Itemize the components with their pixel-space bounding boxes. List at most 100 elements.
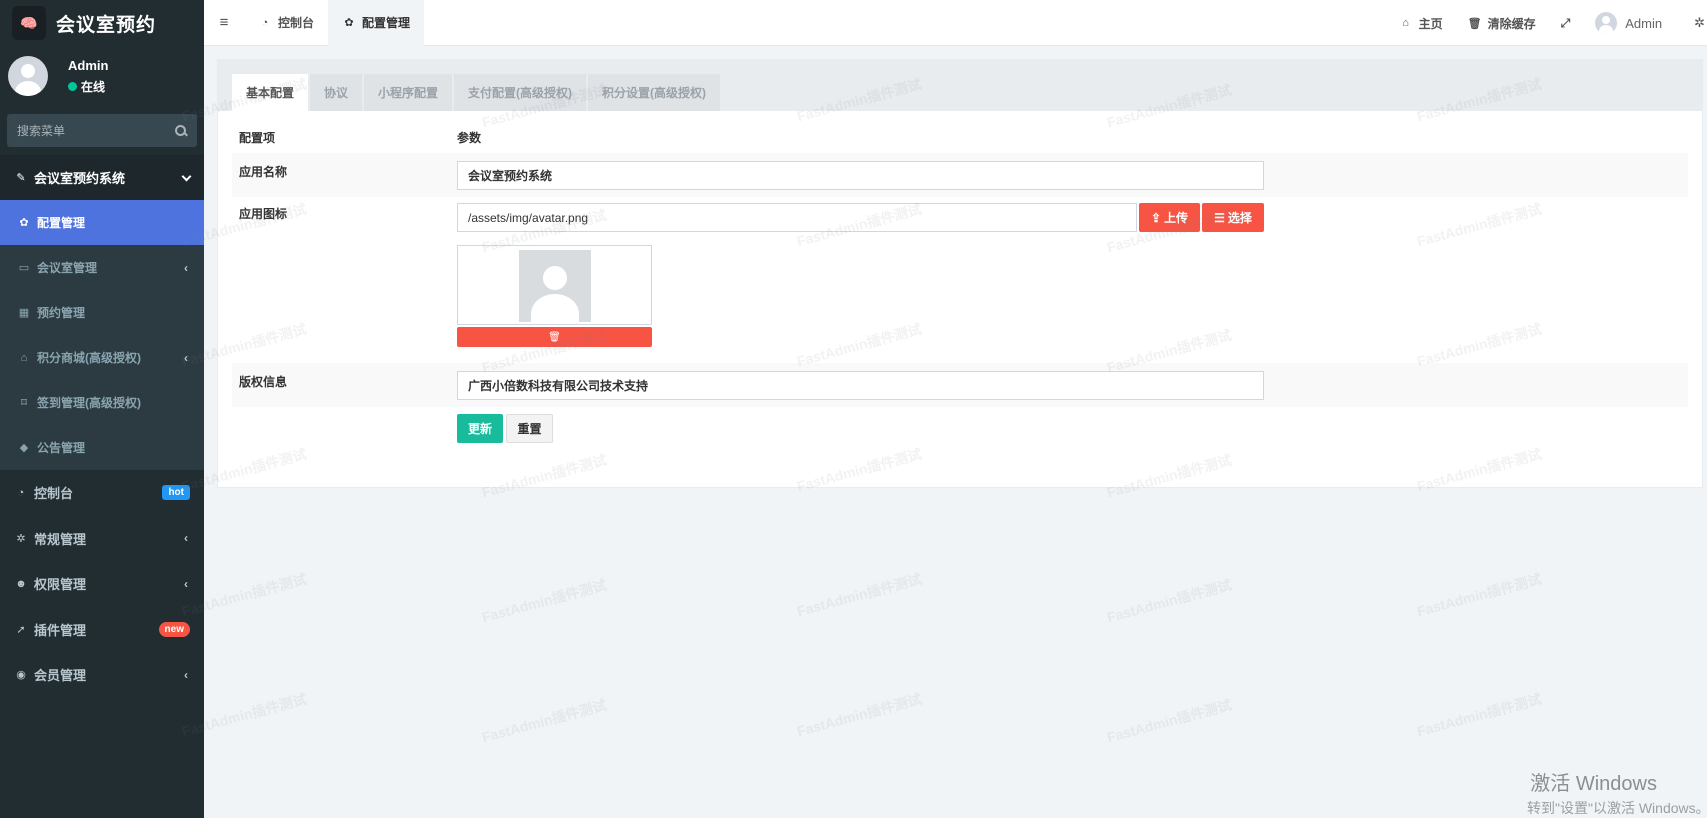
new-badge: new bbox=[158, 621, 190, 637]
trash-icon: 🗑 bbox=[548, 331, 561, 343]
sidebar-item-label: 会议室预约系统 bbox=[34, 171, 126, 186]
sidebar-item-label: 控制台 bbox=[34, 486, 74, 502]
sidebar-item-permissions[interactable]: ☻ 权限管理 ‹ bbox=[0, 561, 204, 607]
watermark-text: FastAdmin插件测试 bbox=[1415, 570, 1544, 620]
sidebar-item-label: 配置管理 bbox=[37, 216, 86, 230]
fullscreen-icon[interactable]: ⤢ bbox=[1561, 16, 1571, 31]
reset-button[interactable]: 重置 bbox=[506, 414, 553, 443]
sidebar-item-rooms[interactable]: ▭ 会议室管理 ‹ bbox=[0, 245, 204, 290]
sidebar-item-label: 会员管理 bbox=[34, 668, 87, 684]
home-link[interactable]: ⌂ 主页 bbox=[1399, 15, 1443, 32]
home-icon: ⌂ bbox=[1402, 17, 1409, 29]
tab-config[interactable]: ✿ 配置管理 bbox=[328, 0, 425, 46]
sidebar-item-bookings[interactable]: ▦ 预约管理 bbox=[0, 290, 204, 335]
submenu: ✿ 配置管理 ▭ 会议室管理 ‹ ▦ 预约管理 ⌂ 积分商城(高级授权) ‹ ⌑… bbox=[0, 200, 204, 470]
avatar-placeholder-image bbox=[519, 250, 591, 322]
watermark-text: FastAdmin插件测试 bbox=[1415, 690, 1544, 740]
chevron-down-icon bbox=[181, 171, 192, 182]
sidebar-item-notices[interactable]: ◆ 公告管理 bbox=[0, 425, 204, 470]
trash-icon: 🗑 bbox=[1467, 17, 1482, 30]
sidebar-item-plugins[interactable]: ➚ 插件管理 new bbox=[0, 607, 204, 653]
column-header-param: 参数 bbox=[457, 131, 482, 145]
table-header: 配置项 参数 bbox=[218, 119, 1702, 153]
tab-agreement[interactable]: 协议 bbox=[310, 74, 363, 111]
avatar bbox=[8, 56, 48, 96]
home-label: 主页 bbox=[1418, 16, 1443, 31]
group-icon: ☻ bbox=[15, 577, 27, 590]
choose-button[interactable]: ☰ 选择 bbox=[1202, 203, 1264, 232]
chevron-left-icon: ‹ bbox=[184, 350, 188, 365]
chevron-left-icon: ‹ bbox=[184, 531, 188, 546]
chevron-left-icon: ‹ bbox=[184, 667, 188, 682]
user-status-text: 在线 bbox=[81, 79, 106, 94]
sidebar-item-config[interactable]: ✿ 配置管理 bbox=[0, 200, 204, 245]
upload-icon: ⇪ bbox=[1150, 210, 1162, 225]
sidebar-item-points-mall[interactable]: ⌂ 积分商城(高级授权) ‹ bbox=[0, 335, 204, 380]
tab-dashboard[interactable]: ◔ 控制台 bbox=[244, 0, 328, 46]
sidebar-item-general[interactable]: ✲ 常规管理 ‹ bbox=[0, 516, 204, 562]
upload-button[interactable]: ⇪ 上传 bbox=[1139, 203, 1200, 232]
brain-logo-icon: 🧠 bbox=[12, 6, 46, 40]
sidebar-item-label: 签到管理(高级授权) bbox=[37, 396, 141, 410]
chevron-left-icon: ‹ bbox=[184, 260, 188, 275]
copyright-field[interactable] bbox=[457, 371, 1264, 400]
sidebar: 🧠 会议室预约 Admin 在线 ✎ 会议室预约系统 ✿ 配置管理 ▭ bbox=[0, 0, 204, 818]
avatar[interactable] bbox=[1595, 12, 1618, 34]
menu-search bbox=[7, 114, 197, 147]
top-user-name[interactable]: Admin bbox=[1625, 16, 1662, 31]
hamburger-menu-icon[interactable]: ≡ bbox=[204, 0, 244, 46]
bookmark-icon: ⌑ bbox=[21, 397, 27, 409]
config-form: 配置项 参数 应用名称 应用图标 ⇪ 上传 ☰ 选择 🗑 bbox=[218, 111, 1702, 457]
submit-button[interactable]: 更新 bbox=[457, 414, 503, 443]
rocket-icon: ➚ bbox=[16, 623, 26, 636]
watermark-text: FastAdmin插件测试 bbox=[1105, 696, 1234, 746]
clear-cache-label: 清除缓存 bbox=[1487, 16, 1536, 31]
delete-image-button[interactable]: 🗑 bbox=[457, 327, 652, 347]
sidebar-item-label: 积分商城(高级授权) bbox=[37, 351, 141, 365]
brand-title: 会议室预约 bbox=[56, 14, 157, 36]
clear-cache-button[interactable]: 🗑 清除缓存 bbox=[1468, 15, 1536, 32]
copyright-label: 版权信息 bbox=[239, 375, 288, 389]
watermark-text: FastAdmin插件测试 bbox=[1105, 576, 1234, 626]
sidebar-item-label: 常规管理 bbox=[34, 531, 87, 547]
top-navbar: ≡ ◔ 控制台 ✿ 配置管理 ⌂ 主页 🗑 清除缓存 ⤢ Admin ✲ bbox=[204, 0, 1707, 46]
brand[interactable]: 🧠 会议室预约 bbox=[0, 0, 204, 46]
upload-label: 上传 bbox=[1164, 211, 1189, 225]
activate-windows-notice: 激活 Windows bbox=[1530, 773, 1657, 795]
choose-label: 选择 bbox=[1227, 211, 1252, 225]
gear-icon: ✿ bbox=[19, 217, 29, 229]
user-circle-icon: ◉ bbox=[16, 669, 26, 682]
form-actions: 更新 重置 bbox=[218, 407, 1702, 457]
tag-icon: ◆ bbox=[19, 442, 29, 454]
settings-gears-icon[interactable]: ✲ bbox=[1694, 15, 1705, 31]
tab-label: 控制台 bbox=[278, 16, 315, 30]
search-icon[interactable] bbox=[175, 124, 187, 137]
monitor-icon: ▭ bbox=[18, 262, 30, 274]
dashboard-icon: ◔ bbox=[17, 486, 25, 499]
magic-wand-icon: ✎ bbox=[16, 172, 26, 184]
app-icon-path-field[interactable] bbox=[457, 203, 1137, 232]
watermark-text: FastAdmin插件测试 bbox=[480, 696, 609, 746]
watermark-text: FastAdmin插件测试 bbox=[480, 576, 609, 626]
sidebar-item-dashboard[interactable]: ◔ 控制台 hot bbox=[0, 470, 204, 516]
sidebar-item-label: 公告管理 bbox=[37, 441, 86, 455]
user-panel: Admin 在线 bbox=[0, 46, 204, 106]
sidebar-item-checkin[interactable]: ⌑ 签到管理(高级授权) bbox=[0, 380, 204, 425]
config-panel: 基本配置 协议 小程序配置 支付配置(高级授权) 积分设置(高级授权) 配置项 … bbox=[217, 59, 1703, 488]
config-tabs: 基本配置 协议 小程序配置 支付配置(高级授权) 积分设置(高级授权) bbox=[218, 60, 1702, 111]
activate-windows-subtext: 转到"设置"以激活 Windows。 bbox=[1527, 800, 1707, 816]
tab-points[interactable]: 积分设置(高级授权) bbox=[588, 74, 721, 111]
column-header-item: 配置项 bbox=[239, 131, 276, 145]
user-status: 在线 bbox=[68, 78, 108, 95]
table-row: 版权信息 bbox=[232, 363, 1688, 407]
tab-payment[interactable]: 支付配置(高级授权) bbox=[454, 74, 587, 111]
sidebar-item-meeting-system[interactable]: ✎ 会议室预约系统 bbox=[0, 155, 204, 200]
sidebar-item-label: 预约管理 bbox=[37, 306, 86, 320]
cogs-icon: ✲ bbox=[16, 532, 26, 545]
tab-miniprogram[interactable]: 小程序配置 bbox=[364, 74, 453, 111]
sidebar-item-members[interactable]: ◉ 会员管理 ‹ bbox=[0, 652, 204, 698]
app-name-field[interactable] bbox=[457, 161, 1264, 190]
tab-basic[interactable]: 基本配置 bbox=[232, 74, 309, 111]
search-input[interactable] bbox=[17, 123, 157, 138]
app-name-label: 应用名称 bbox=[239, 165, 288, 179]
